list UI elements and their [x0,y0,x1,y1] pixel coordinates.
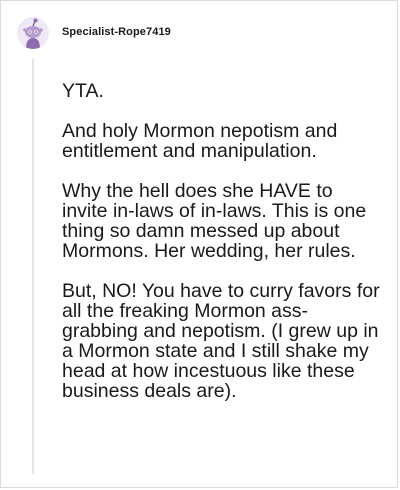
thread-line[interactable] [32,59,34,474]
comment-body: YTA. And holy Mormon nepotism and entitl… [62,81,382,401]
user-avatar[interactable] [17,17,49,49]
comment-paragraph: YTA. [62,80,104,102]
comment-author[interactable]: Specialist-Rope7419 [62,26,171,38]
comment-paragraph: But, NO! You have to curry favors for al… [62,280,380,402]
comment-paragraph: Why the hell does she HAVE to invite in-… [62,180,367,262]
snoo-avatar-icon [17,17,49,49]
comment-paragraph: And holy Mormon nepotism and entitlement… [62,120,338,162]
comment-card: Specialist-Rope7419 YTA. And holy Mormon… [0,0,398,488]
